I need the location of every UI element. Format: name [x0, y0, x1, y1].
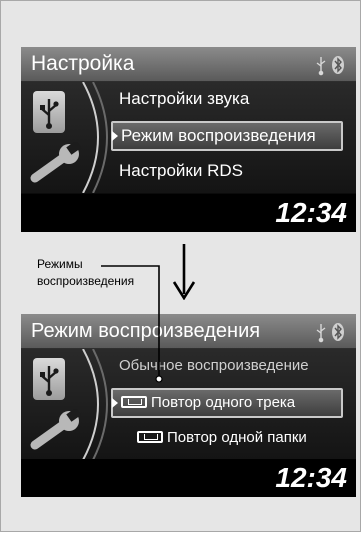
usb-icon — [33, 91, 65, 133]
menu-item-repeat-track[interactable]: Повтор одного трека — [111, 388, 343, 418]
clock: 12:34 — [275, 197, 347, 228]
selection-cursor — [112, 398, 118, 408]
footer-bar: 12:34 — [21, 194, 356, 232]
usb-status-icon — [316, 57, 326, 76]
selection-cursor — [112, 131, 118, 141]
menu-panel: Обычное воспроизведение Повтор одного тр… — [21, 349, 356, 460]
header-bar: Режим воспроизведения — [21, 314, 356, 349]
annotation-label: Режимы воспроизведения — [37, 257, 135, 288]
bluetooth-icon — [332, 323, 344, 341]
status-icons — [316, 56, 344, 76]
repeat-track-icon — [121, 395, 147, 408]
usb-status-icon — [316, 324, 326, 343]
repeat-folder-icon — [137, 430, 163, 443]
manual-figure: Настройка Настройки звука Режим воспроиз… — [0, 0, 361, 532]
menu-side-icons — [21, 349, 115, 460]
header-bar: Настройка — [21, 47, 356, 82]
menu-item-normal-play[interactable]: Обычное воспроизведение — [119, 353, 309, 379]
menu-item-rds[interactable]: Настройки RDS — [119, 158, 243, 184]
menu-item-playback-mode[interactable]: Режим воспроизведения — [111, 121, 343, 151]
screen-title: Режим воспроизведения — [31, 320, 261, 342]
down-arrow-icon — [172, 244, 196, 300]
footer-bar: 12:34 — [21, 459, 356, 497]
menu-item-sound[interactable]: Настройки звука — [119, 86, 249, 112]
audio-display-setup: Настройка Настройки звука Режим воспроиз… — [21, 47, 356, 232]
bluetooth-icon — [332, 56, 344, 74]
clock: 12:34 — [275, 462, 347, 493]
status-icons — [316, 323, 344, 343]
screen-title: Настройка — [31, 52, 135, 75]
menu-side-icons — [21, 82, 115, 193]
audio-display-playback-mode: Режим воспроизведения Обычное воспроизве… — [21, 314, 356, 497]
usb-icon — [33, 358, 65, 400]
menu-panel: Настройки звука Режим воспроизведения На… — [21, 82, 356, 193]
